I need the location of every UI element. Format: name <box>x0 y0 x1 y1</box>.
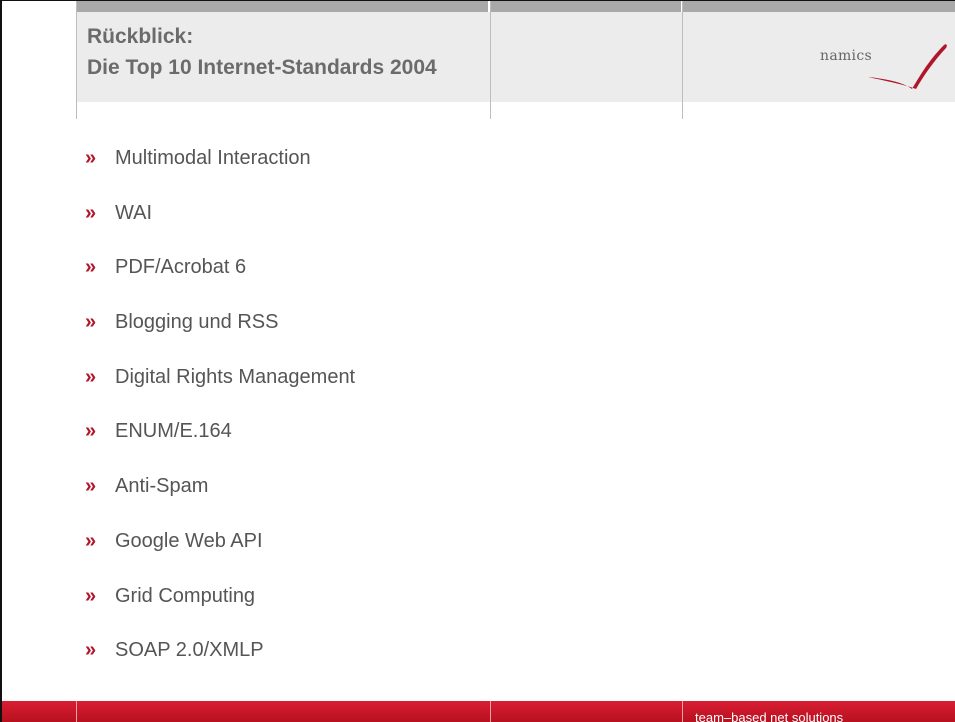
slide-title-line-1: Rückblick: <box>87 25 194 48</box>
list-item: » Grid Computing <box>85 579 355 634</box>
list-item-text: Digital Rights Management <box>115 365 356 388</box>
top-bar-middle <box>491 1 681 12</box>
list-item-text: Google Web API <box>115 529 263 552</box>
footer-bar: team–based net solutions <box>2 701 955 722</box>
bullet-icon: » <box>85 311 97 334</box>
list-item: » Blogging und RSS <box>85 305 355 360</box>
bullet-icon: » <box>85 147 97 169</box>
slide-title-line-2: Die Top 10 Internet-Standards 2004 <box>87 56 437 79</box>
list-item: » Anti-Spam <box>85 469 355 524</box>
bullet-icon: » <box>85 529 97 552</box>
bullet-icon: » <box>85 639 97 662</box>
namics-logo: namics <box>820 37 950 93</box>
list-item: » SOAP 2.0/XMLP <box>85 633 355 688</box>
footer-divider <box>682 701 683 722</box>
divider-line <box>682 1 683 119</box>
slide: Rückblick: Die Top 10 Internet-Standards… <box>0 0 955 722</box>
bullet-icon: » <box>85 201 97 224</box>
slide-title: Rückblick: Die Top 10 Internet-Standards… <box>87 21 437 83</box>
list-item-text: ENUM/E.164 <box>115 420 232 443</box>
bullet-icon: » <box>85 365 97 388</box>
top-bar-left <box>76 1 488 12</box>
bullet-icon: » <box>85 475 97 498</box>
list-item: » Multimodal Interaction <box>85 141 355 196</box>
list-item-text: Multimodal Interaction <box>115 147 311 169</box>
footer-tagline: team–based net solutions <box>695 710 844 722</box>
list-item-text: SOAP 2.0/XMLP <box>115 639 264 662</box>
list-item-text: Blogging und RSS <box>115 311 279 334</box>
bullet-icon: » <box>85 584 97 607</box>
list-item: » ENUM/E.164 <box>85 414 355 469</box>
list-item: » Digital Rights Management <box>85 360 355 415</box>
list-item-text: PDF/Acrobat 6 <box>115 256 247 279</box>
footer-divider <box>76 701 77 722</box>
list-item-text: Anti-Spam <box>115 475 209 498</box>
list-item-text: WAI <box>115 201 153 224</box>
footer-divider <box>490 701 491 722</box>
list-item: » WAI <box>85 196 355 251</box>
list-item: » Google Web API <box>85 524 355 579</box>
namics-swoosh-icon <box>868 44 947 89</box>
divider-line <box>76 1 77 119</box>
top-bar-right <box>683 1 955 12</box>
standards-list: » Multimodal Interaction » WAI » PDF/Acroba… <box>85 141 355 688</box>
list-item: » PDF/Acrobat 6 <box>85 250 355 305</box>
bullet-icon: » <box>85 256 97 279</box>
list-item-text: Grid Computing <box>115 584 256 607</box>
divider-line <box>490 1 491 119</box>
bullet-icon: » <box>85 420 97 443</box>
